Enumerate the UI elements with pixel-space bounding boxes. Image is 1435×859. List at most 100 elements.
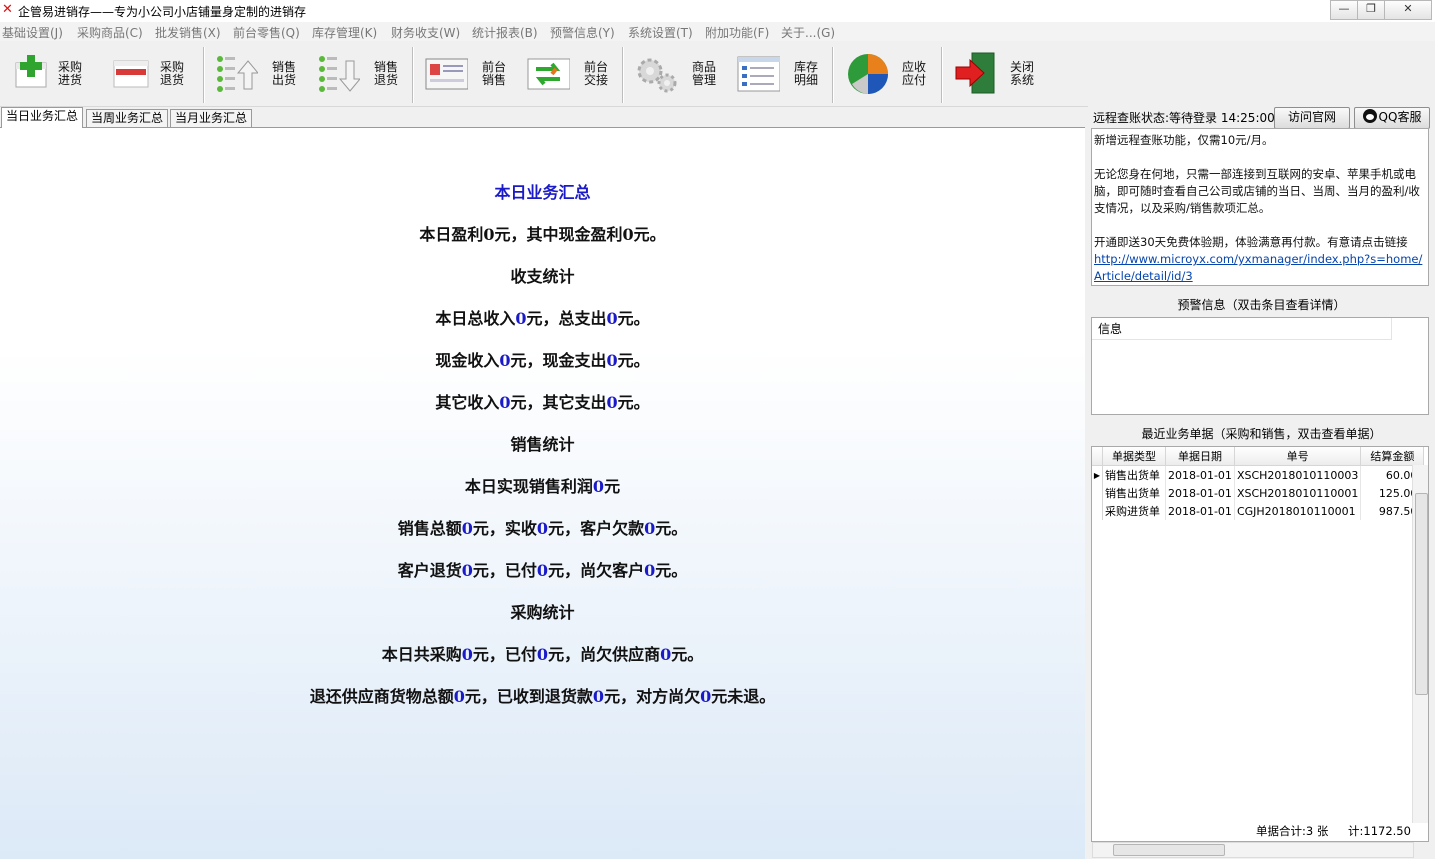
horizontal-scrollbar[interactable] bbox=[1092, 842, 1414, 858]
qq-service-label: QQ客服 bbox=[1378, 110, 1422, 124]
warning-column-header[interactable]: 信息 bbox=[1092, 318, 1392, 340]
recent-docs-grid[interactable]: 单据类型 单据日期 单号 结算金额 ▶ 销售出货单 2018-01-01 XSC… bbox=[1091, 446, 1429, 842]
toolbar-separator bbox=[203, 47, 205, 103]
menu-addons[interactable]: 附加功能(F) bbox=[705, 24, 769, 41]
notice-line-3: 开通即送30天免费体验期，体验满意再付款。有意请点击链接 bbox=[1094, 235, 1408, 249]
receivable-payable-label: 应收 应付 bbox=[902, 60, 927, 87]
notice-line-2: 无论您身在何地，只需一部连接到互联网的安卓、苹果手机或电脑，即可随时查看自己公司… bbox=[1094, 167, 1420, 215]
stock-list-icon bbox=[737, 56, 780, 92]
menu-reports[interactable]: 统计报表(B) bbox=[472, 24, 538, 41]
cell-doc-date: 2018-01-01 bbox=[1165, 484, 1235, 502]
app-logo-icon: ✕ bbox=[2, 2, 13, 17]
toolbar-separator bbox=[832, 47, 834, 103]
purchase-return-button[interactable]: 采购 退货 bbox=[110, 45, 200, 101]
sales-profit-line: 本日实现销售利润0元 bbox=[464, 477, 621, 496]
col-doc-type[interactable]: 单据类型 bbox=[1102, 447, 1166, 466]
purchase-return-label: 采购 退货 bbox=[160, 60, 185, 87]
qq-icon bbox=[1362, 109, 1377, 123]
purchase-line: 本日共采购0元，已付0元，尚欠供应商0元。 bbox=[381, 645, 704, 664]
visit-site-button[interactable]: 访问官网 bbox=[1274, 107, 1350, 129]
cell-doc-no: XSCH2018010110001 bbox=[1234, 484, 1362, 502]
sales-total-line: 销售总额0元，实收0元，客户欠款0元。 bbox=[397, 519, 688, 538]
col-doc-no[interactable]: 单号 bbox=[1234, 447, 1362, 466]
pie-chart-icon bbox=[848, 54, 888, 94]
vertical-scroll-thumb[interactable] bbox=[1415, 493, 1428, 695]
exit-system-button[interactable]: 关闭 系统 bbox=[954, 45, 1044, 101]
pos-sale-label: 前台 销售 bbox=[482, 60, 507, 87]
horizontal-scroll-thumb[interactable] bbox=[1113, 844, 1225, 856]
sales-out-label: 销售 出货 bbox=[272, 60, 297, 87]
sales-return-line: 客户退货0元，已付0元，尚欠客户0元。 bbox=[397, 561, 688, 580]
toolbar-separator bbox=[622, 47, 624, 103]
menu-basic-settings[interactable]: 基础设置(J) bbox=[2, 24, 63, 41]
sales-return-icon bbox=[319, 56, 360, 92]
cell-doc-no: CGJH2018010110001 bbox=[1234, 502, 1362, 520]
cell-doc-type: 销售出货单 bbox=[1102, 465, 1166, 484]
purchase-heading: 采购统计 bbox=[510, 603, 575, 622]
exit-system-label: 关闭 系统 bbox=[1010, 60, 1035, 87]
close-window-button[interactable]: ✕ bbox=[1384, 0, 1432, 20]
other-income-line: 其它收入0元，其它支出0元。 bbox=[435, 393, 650, 412]
gear-icon bbox=[637, 58, 677, 93]
col-doc-date[interactable]: 单据日期 bbox=[1165, 447, 1235, 466]
table-row[interactable]: 采购进货单 2018-01-01 CGJH2018010110001 987.5… bbox=[1092, 502, 1425, 520]
purchase-return-icon bbox=[113, 60, 149, 88]
window-title: 企管易进销存——专为小公司小店铺量身定制的进销存 bbox=[18, 5, 307, 19]
goods-manage-button[interactable]: 商品 管理 bbox=[634, 45, 724, 101]
pos-sale-button[interactable]: 前台 销售 bbox=[424, 45, 514, 101]
handover-button[interactable]: 前台 交接 bbox=[526, 45, 616, 101]
right-panel: 远程查账状态:等待登录 14:25:00 访问官网 QQ客服 新增远程查账功能，… bbox=[1088, 106, 1435, 858]
handover-label: 前台 交接 bbox=[584, 60, 609, 87]
table-row[interactable]: ▶ 销售出货单 2018-01-01 XSCH2018010110003 60.… bbox=[1092, 465, 1425, 484]
menu-system[interactable]: 系统设置(T) bbox=[628, 24, 693, 41]
recent-docs-title: 最近业务单据（采购和销售，双击查看单据） bbox=[1141, 427, 1382, 441]
menu-retail[interactable]: 前台零售(Q) bbox=[233, 24, 300, 41]
notice-line-1: 新增远程查账功能，仅需10元/月。 bbox=[1094, 133, 1274, 147]
minimize-button[interactable]: — bbox=[1330, 0, 1358, 20]
stock-detail-button[interactable]: 库存 明细 bbox=[736, 45, 826, 101]
purchase-return-line: 退还供应商货物总额0元，已收到退货款0元，对方尚欠0元未退。 bbox=[309, 687, 776, 706]
col-amount[interactable]: 结算金额 bbox=[1360, 447, 1425, 466]
menu-inventory[interactable]: 库存管理(K) bbox=[312, 24, 377, 41]
menu-purchase[interactable]: 采购商品(C) bbox=[77, 24, 143, 41]
cell-doc-no: XSCH2018010110003 bbox=[1234, 465, 1362, 484]
income-expense-heading: 收支统计 bbox=[510, 267, 575, 286]
doc-count: 单据合计:3 张 bbox=[1256, 824, 1329, 838]
toolbar-separator bbox=[412, 47, 414, 103]
cell-doc-type: 销售出货单 bbox=[1102, 484, 1166, 502]
recent-docs-table: 单据类型 单据日期 单号 结算金额 ▶ 销售出货单 2018-01-01 XSC… bbox=[1092, 447, 1425, 520]
total-income-line: 本日总收入0元，总支出0元。 bbox=[435, 309, 650, 328]
receivable-payable-button[interactable]: 应收 应付 bbox=[846, 45, 936, 101]
restore-button[interactable]: ❐ bbox=[1357, 0, 1385, 20]
tab-daily-summary[interactable]: 当日业务汇总 bbox=[1, 107, 84, 128]
qq-service-button[interactable]: QQ客服 bbox=[1354, 107, 1430, 129]
pos-sale-icon bbox=[425, 58, 468, 90]
tab-weekly-summary[interactable]: 当周业务汇总 bbox=[86, 109, 169, 128]
tab-monthly-summary[interactable]: 当月业务汇总 bbox=[170, 109, 253, 128]
warning-list[interactable]: 信息 bbox=[1091, 317, 1429, 415]
summary-tabs: 当日业务汇总 当周业务汇总 当月业务汇总 bbox=[0, 107, 1085, 128]
menu-bar: 基础设置(J) 采购商品(C) 批发销售(X) 前台零售(Q) 库存管理(K) … bbox=[0, 22, 1435, 41]
sales-return-button[interactable]: 销售 退货 bbox=[316, 45, 406, 101]
menu-about[interactable]: 关于...(G) bbox=[781, 24, 835, 41]
sales-return-label: 销售 退货 bbox=[374, 60, 399, 87]
summary-title: 本日业务汇总 bbox=[494, 183, 591, 202]
sales-heading: 销售统计 bbox=[510, 435, 575, 454]
exit-icon bbox=[955, 52, 995, 94]
add-purchase-icon bbox=[15, 55, 47, 88]
table-row[interactable]: 销售出货单 2018-01-01 XSCH2018010110001 125.0… bbox=[1092, 484, 1425, 502]
purchase-in-button[interactable]: 采购 进货 bbox=[10, 45, 100, 101]
menu-alerts[interactable]: 预警信息(Y) bbox=[550, 24, 615, 41]
menu-finance[interactable]: 财务收支(W) bbox=[391, 24, 460, 41]
vertical-scrollbar[interactable] bbox=[1412, 465, 1428, 823]
menu-wholesale[interactable]: 批发销售(X) bbox=[155, 24, 221, 41]
notice-link[interactable]: http://www.microyx.com/yxmanager/index.p… bbox=[1094, 252, 1422, 283]
sales-out-icon bbox=[217, 56, 258, 92]
remote-notice: 新增远程查账功能，仅需10元/月。 无论您身在何地，只需一部连接到互联网的安卓、… bbox=[1091, 128, 1429, 286]
profit-line: 本日盈利0元，其中现金盈利0元。 bbox=[419, 225, 666, 244]
cell-doc-type: 采购进货单 bbox=[1102, 502, 1166, 520]
goods-manage-label: 商品 管理 bbox=[692, 60, 717, 87]
row-indicator-icon: ▶ bbox=[1092, 465, 1103, 484]
handover-icon bbox=[527, 58, 570, 90]
sales-out-button[interactable]: 销售 出货 bbox=[214, 45, 304, 101]
